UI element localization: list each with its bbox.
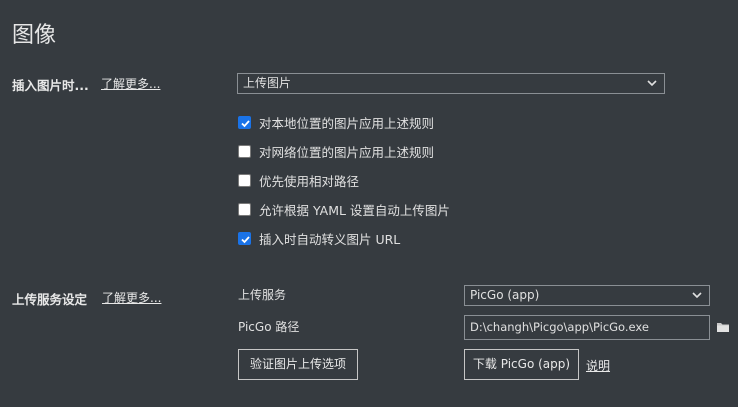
yaml-upload-checkbox[interactable]	[238, 202, 251, 216]
checkbox-row-relative-path[interactable]: 优先使用相对路径	[238, 171, 359, 189]
upload-learn-more-link[interactable]: 了解更多...	[102, 289, 161, 306]
insert-action-value: 上传图片	[243, 76, 292, 90]
verify-upload-button[interactable]: 验证图片上传选项	[238, 349, 358, 380]
checkbox-row-escape-url[interactable]: 插入时自动转义图片 URL	[238, 229, 400, 247]
picgo-path-value: D:\changh\Picgo\app\PicGo.exe	[470, 320, 649, 334]
local-images-checkbox[interactable]	[238, 115, 251, 129]
upload-service-value: PicGo (app)	[470, 288, 540, 302]
chevron-down-icon	[647, 80, 657, 87]
yaml-upload-label: 允许根据 YAML 设置自动上传图片	[259, 202, 450, 218]
explain-link[interactable]: 说明	[586, 357, 610, 374]
page-title: 图像	[12, 23, 57, 48]
network-images-checkbox[interactable]	[238, 144, 251, 158]
upload-service-label: 上传服务	[238, 288, 287, 302]
relative-path-label: 优先使用相对路径	[259, 173, 360, 189]
relative-path-checkbox[interactable]	[238, 173, 251, 187]
chevron-down-icon	[692, 292, 702, 299]
folder-icon[interactable]	[716, 321, 730, 333]
upload-section-label: 上传服务设定	[12, 292, 88, 307]
insert-learn-more-link[interactable]: 了解更多...	[101, 75, 160, 92]
picgo-path-input[interactable]: D:\changh\Picgo\app\PicGo.exe	[464, 315, 710, 340]
escape-url-checkbox[interactable]	[238, 231, 251, 245]
checkbox-row-yaml-upload[interactable]: 允许根据 YAML 设置自动上传图片	[238, 200, 450, 218]
network-images-label: 对网络位置的图片应用上述规则	[259, 144, 435, 160]
checkbox-row-local-images[interactable]: 对本地位置的图片应用上述规则	[238, 113, 434, 131]
escape-url-label: 插入时自动转义图片 URL	[259, 231, 401, 247]
picgo-path-label: PicGo 路径	[238, 320, 300, 334]
download-picgo-button[interactable]: 下载 PicGo (app)	[464, 349, 579, 380]
local-images-label: 对本地位置的图片应用上述规则	[259, 115, 435, 131]
upload-service-select[interactable]: PicGo (app)	[464, 285, 710, 306]
check-icon	[241, 235, 250, 243]
insert-action-select[interactable]: 上传图片	[237, 73, 665, 94]
check-icon	[241, 119, 250, 127]
checkbox-row-network-images[interactable]: 对网络位置的图片应用上述规则	[238, 142, 434, 160]
insert-section-label: 插入图片时...	[12, 78, 89, 93]
